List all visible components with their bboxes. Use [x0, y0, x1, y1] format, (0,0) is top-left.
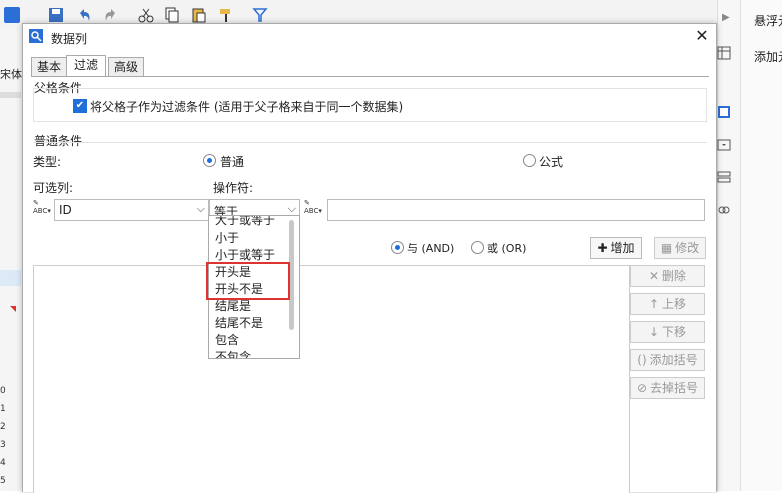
- remove-bracket-icon: ⊘: [636, 381, 648, 395]
- logic-or-radio[interactable]: [471, 241, 484, 254]
- type-normal-radio[interactable]: [203, 154, 216, 167]
- condition-list[interactable]: [33, 265, 630, 493]
- redo-icon[interactable]: [103, 7, 119, 23]
- copy-icon[interactable]: [164, 7, 180, 23]
- move-up-button[interactable]: ↑ 上移: [630, 293, 705, 315]
- value-type-icon[interactable]: ✎ ABC▾: [304, 199, 322, 217]
- add-button[interactable]: ✚ 增加: [590, 237, 642, 259]
- bracket-icon: (): [637, 353, 647, 367]
- modify-button-label: 修改: [675, 241, 700, 255]
- move-down-button-label: 下移: [662, 325, 687, 339]
- logic-and-radio[interactable]: [391, 241, 404, 254]
- add-float-element-link[interactable]: 添加元: [754, 48, 782, 65]
- widget-icon[interactable]: [717, 105, 731, 119]
- delete-icon: ✕: [648, 269, 660, 283]
- cell-attribute-icon[interactable]: [717, 46, 731, 60]
- plus-icon: ✚: [597, 241, 608, 255]
- dropdown-option[interactable]: 小于: [215, 230, 239, 246]
- chevron-down-icon[interactable]: ⌵: [288, 202, 296, 216]
- arrow-up-icon: ↑: [648, 297, 660, 311]
- remove-bracket-button-label: 去掉括号: [650, 381, 699, 395]
- tab-filter[interactable]: 过滤: [66, 55, 106, 77]
- save-icon[interactable]: [48, 7, 64, 23]
- remove-bracket-button[interactable]: ⊘ 去掉括号: [630, 377, 705, 399]
- dropdown-option[interactable]: 小于或等于: [215, 247, 275, 263]
- layout-icon[interactable]: [717, 170, 731, 184]
- tab-advanced[interactable]: 高级: [108, 57, 144, 77]
- logic-and-label: 与 (AND): [407, 242, 455, 255]
- column-header: [0, 92, 21, 98]
- float-panel-title: 悬浮元: [754, 14, 782, 28]
- selected-row-indicator: [0, 270, 21, 286]
- format-painter-icon[interactable]: [218, 7, 234, 23]
- chevron-down-icon[interactable]: ⌵: [197, 202, 205, 216]
- parent-filter-checkbox[interactable]: ✔: [73, 99, 87, 113]
- row-number: 3: [0, 440, 6, 450]
- font-name-label: 宋体: [0, 68, 22, 81]
- dropdown-widget-icon[interactable]: [717, 138, 731, 152]
- sheet-row-header: 宋体 0 1 2 3 4 5: [0, 30, 23, 491]
- parent-filter-checkbox-label: 将父格子作为过滤条件 (适用于父子格来自于同一个数据集): [90, 100, 404, 114]
- row-number: 0: [0, 386, 6, 396]
- move-down-button[interactable]: ↓ 下移: [630, 321, 705, 343]
- dropdown-option[interactable]: 大于或等于: [215, 216, 275, 228]
- type-formula-radio[interactable]: [523, 154, 536, 167]
- row-number: 2: [0, 422, 6, 432]
- type-label: 类型:: [33, 155, 62, 169]
- column-select-value: ID: [59, 203, 72, 217]
- data-column-dialog: 数据列 ✕ 基本 过滤 高级 父格条件 ✔ 将父格子作为过滤条件 (适用于父子格…: [22, 23, 717, 493]
- close-icon[interactable]: ✕: [693, 27, 711, 45]
- hyperlink-icon[interactable]: [717, 203, 731, 217]
- value-input[interactable]: [327, 199, 705, 221]
- delete-button[interactable]: ✕ 删除: [630, 265, 705, 287]
- comment-marker-icon: [10, 306, 16, 312]
- dropdown-option[interactable]: 包含: [215, 332, 239, 348]
- delete-button-label: 删除: [662, 269, 687, 283]
- modify-button[interactable]: ▦ 修改: [654, 237, 706, 259]
- logic-or-label: 或 (OR): [487, 242, 527, 255]
- dropdown-option[interactable]: 结尾不是: [215, 315, 263, 331]
- highlight-annotation-box: [206, 262, 290, 300]
- type-formula-label: 公式: [539, 155, 564, 169]
- data-column-icon: [29, 29, 43, 43]
- chevron-right-icon[interactable]: ▶: [722, 12, 730, 23]
- type-normal-label: 普通: [220, 155, 245, 169]
- add-button-label: 增加: [610, 241, 635, 255]
- paste-icon[interactable]: [191, 7, 207, 23]
- tab-divider: [31, 76, 709, 77]
- edit-icon: ▦: [660, 241, 673, 255]
- column-label: 可选列:: [33, 181, 74, 195]
- row-number: 4: [0, 458, 6, 468]
- dropdown-option[interactable]: 不包含: [215, 349, 251, 358]
- tab-basic[interactable]: 基本: [31, 57, 67, 77]
- cut-icon[interactable]: [138, 7, 154, 23]
- app-logo-icon[interactable]: [4, 7, 20, 23]
- arrow-down-icon: ↓: [648, 325, 660, 339]
- column-select[interactable]: ID ⌵: [54, 199, 209, 221]
- undo-icon[interactable]: [76, 7, 92, 23]
- normal-condition-divider: [33, 142, 707, 143]
- dialog-title: 数据列: [51, 32, 88, 46]
- operator-label: 操作符:: [213, 181, 254, 195]
- normal-condition-label: 普通条件: [34, 134, 83, 148]
- float-element-panel: 悬浮元 添加元: [740, 0, 782, 491]
- row-number: 1: [0, 404, 6, 414]
- column-type-icon[interactable]: ✎ ABC▾: [33, 199, 51, 217]
- filter-toolbar-icon[interactable]: [252, 7, 268, 23]
- add-bracket-button-label: 添加括号: [649, 353, 698, 367]
- add-bracket-button[interactable]: () 添加括号: [630, 349, 705, 371]
- move-up-button-label: 上移: [662, 297, 687, 311]
- row-number: 5: [0, 476, 6, 486]
- dropdown-option[interactable]: 结尾是: [215, 298, 251, 314]
